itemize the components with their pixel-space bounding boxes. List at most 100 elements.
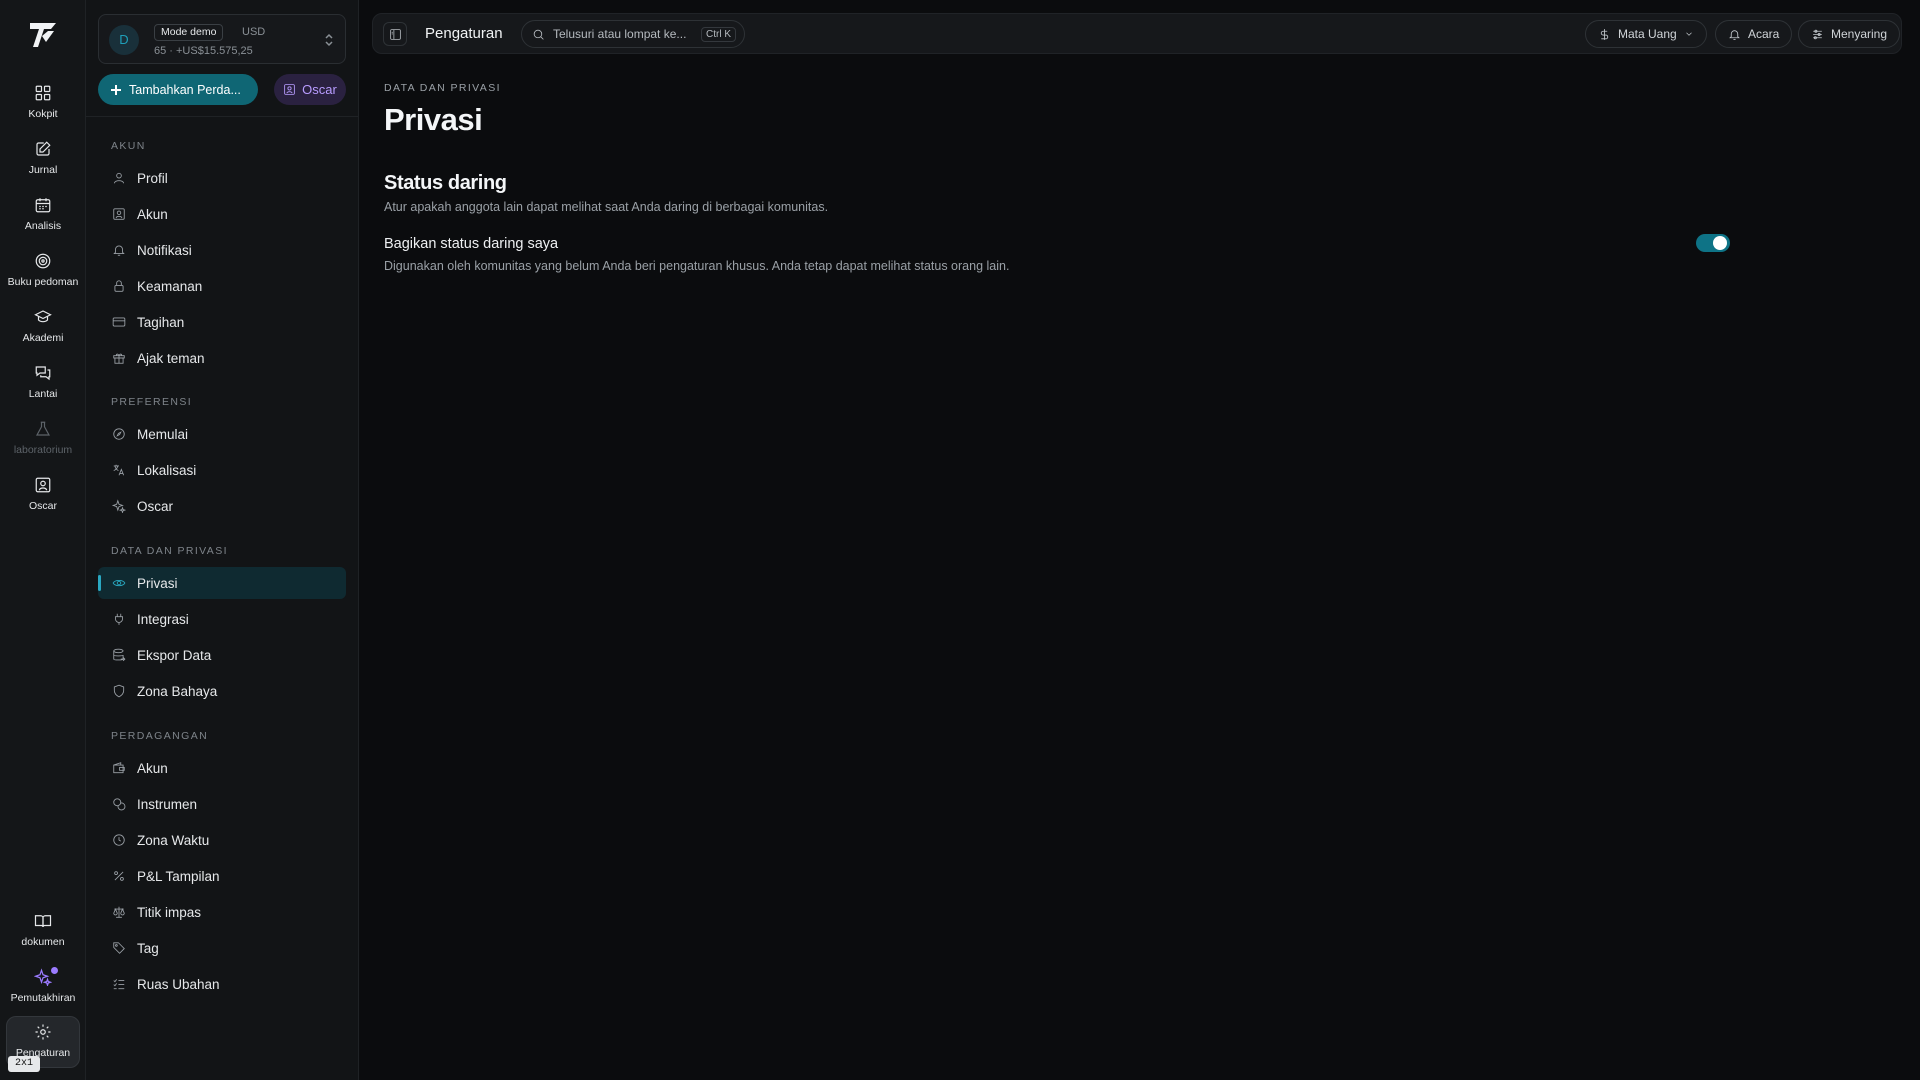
nav-item-privasi[interactable]: Privasi <box>98 567 346 599</box>
oscar-portrait-icon <box>35 477 51 493</box>
nav-item-tagihan[interactable]: Tagihan <box>98 306 346 338</box>
icon-rail: Kokpit Jurnal Analisis Buku pedoman Akad… <box>0 0 86 1080</box>
nav-item-label: Tag <box>137 940 159 956</box>
rail-item-label: Akademi <box>22 332 64 344</box>
rail-item-label: Lantai <box>28 388 58 400</box>
nav-item-lokalisasi[interactable]: Lokalisasi <box>98 454 346 486</box>
percent-icon <box>114 871 124 881</box>
search-icon <box>533 29 544 40</box>
rail-item-label: Pemutakhiran <box>10 992 76 1004</box>
account-currency: USD <box>242 26 266 38</box>
events-label: Acara <box>1748 27 1780 41</box>
rail-item-label: dokumen <box>21 936 65 948</box>
rail-item-label: Oscar <box>28 500 57 512</box>
chat-bubbles-icon <box>35 366 51 381</box>
nav-item-label: Privasi <box>137 575 178 591</box>
section-heading: Status daring <box>384 172 507 194</box>
scale-icon <box>113 906 125 918</box>
bell-icon <box>1729 29 1740 40</box>
clock-icon <box>113 834 125 846</box>
rail-item-label: laboratorium <box>13 444 73 456</box>
app-logo-icon[interactable] <box>26 18 60 52</box>
translate-icon <box>113 464 125 476</box>
rail-item-oscar[interactable]: Oscar <box>6 470 80 522</box>
nav-item-akun-trading[interactable]: Akun <box>98 752 346 784</box>
user-icon <box>113 172 125 184</box>
sparkles-icon <box>34 968 52 986</box>
currency-label: Mata Uang <box>1618 27 1677 41</box>
rail-item-akademi[interactable]: Akademi <box>6 302 80 354</box>
nav-item-ekspor-data[interactable]: Ekspor Data <box>98 639 346 671</box>
rail-item-lantai[interactable]: Lantai <box>6 358 80 410</box>
shield-icon <box>113 684 125 698</box>
page-title: Privasi <box>384 102 483 137</box>
lock-icon <box>114 280 124 292</box>
id-card-icon <box>113 208 125 220</box>
sidebar-panel-icon <box>389 28 401 40</box>
nav-item-keamanan[interactable]: Keamanan <box>98 270 346 302</box>
nav-item-label: Zona Bahaya <box>137 683 218 699</box>
nav-item-oscar[interactable]: Oscar <box>98 490 346 522</box>
nav-item-memulai[interactable]: Memulai <box>98 418 346 450</box>
rail-item-dokumen[interactable]: dokumen <box>6 906 80 958</box>
search-input[interactable] <box>553 27 693 41</box>
currency-dropdown[interactable]: Mata Uang <box>1585 20 1707 48</box>
filter-button[interactable]: Menyaring <box>1798 20 1901 48</box>
events-button[interactable]: Acara <box>1715 20 1793 48</box>
dashboard-grid-icon <box>35 85 51 101</box>
oscar-portrait-icon <box>284 84 295 95</box>
rail-item-buku-pedoman[interactable]: Buku pedoman <box>6 246 80 298</box>
search-shortcut: Ctrl K <box>701 26 736 42</box>
nav-item-label: Notifikasi <box>137 242 192 258</box>
gift-icon <box>113 353 125 364</box>
section-title-data-privasi: DATA DAN PRIVASI <box>111 545 228 557</box>
plus-icon <box>111 84 121 95</box>
dollar-icon <box>1600 28 1609 40</box>
nav-item-label: Zona Waktu <box>137 832 210 848</box>
chevron-up-down-icon <box>325 33 333 47</box>
list-check-icon <box>113 979 125 990</box>
nav-item-label: Oscar <box>137 498 174 514</box>
nav-item-zona-waktu[interactable]: Zona Waktu <box>98 824 346 856</box>
calendar-analysis-icon <box>35 198 51 213</box>
shortcut-badge: 2x1 <box>8 1056 41 1072</box>
nav-item-label: Memulai <box>137 426 189 442</box>
gear-icon <box>35 1024 51 1040</box>
wallet-icon <box>113 762 125 774</box>
database-export-icon <box>113 648 126 662</box>
nav-item-integrasi[interactable]: Integrasi <box>98 603 346 635</box>
search-box[interactable]: Ctrl K <box>521 20 745 48</box>
avatar: D <box>109 25 139 55</box>
section-title-akun: AKUN <box>111 140 146 152</box>
section-description: Atur apakah anggota lain dapat melihat s… <box>384 200 829 214</box>
sidebar-toggle-button[interactable] <box>383 22 407 46</box>
nav-item-titik-impas[interactable]: Titik impas <box>98 896 346 928</box>
nav-item-akun[interactable]: Akun <box>98 198 346 230</box>
account-switcher[interactable]: D Mode demo USD 65 · +US$15.575,25 <box>98 14 346 64</box>
add-trade-button[interactable]: Tambahkan Perda... <box>98 74 258 105</box>
nav-item-notifikasi[interactable]: Notifikasi <box>98 234 346 266</box>
account-balance: 65 · +US$15.575,25 <box>154 45 253 57</box>
divider <box>86 116 359 117</box>
nav-item-instrumen[interactable]: Instrumen <box>98 788 346 820</box>
rail-item-analisis[interactable]: Analisis <box>6 190 80 242</box>
nav-item-profil[interactable]: Profil <box>98 162 346 194</box>
top-bar: Pengaturan Ctrl K Mata Uang Acara Menyar… <box>372 13 1902 54</box>
setting-description: Digunakan oleh komunitas yang belum Anda… <box>384 259 1010 273</box>
nav-item-label: Akun <box>137 206 168 222</box>
rail-item-kokpit[interactable]: Kokpit <box>6 78 80 130</box>
rail-item-jurnal[interactable]: Jurnal <box>6 134 80 186</box>
oscar-button[interactable]: Oscar <box>274 74 346 105</box>
nav-item-label: Profil <box>137 170 168 186</box>
nav-item-tag[interactable]: Tag <box>98 932 346 964</box>
coins-icon <box>113 798 126 811</box>
nav-item-zona-bahaya[interactable]: Zona Bahaya <box>98 675 346 707</box>
rail-item-laboratorium[interactable]: laboratorium <box>6 414 80 466</box>
nav-item-label: Keamanan <box>137 278 203 294</box>
nav-item-ruas-ubahan[interactable]: Ruas Ubahan <box>98 968 346 1000</box>
rail-item-pemutakhiran[interactable]: Pemutakhiran <box>6 962 80 1014</box>
nav-item-ajak-teman[interactable]: Ajak teman <box>98 342 346 374</box>
nav-item-pl-tampilan[interactable]: P&L Tampilan <box>98 860 346 892</box>
nav-item-label: Ajak teman <box>137 350 205 366</box>
share-online-status-toggle[interactable] <box>1696 234 1730 252</box>
